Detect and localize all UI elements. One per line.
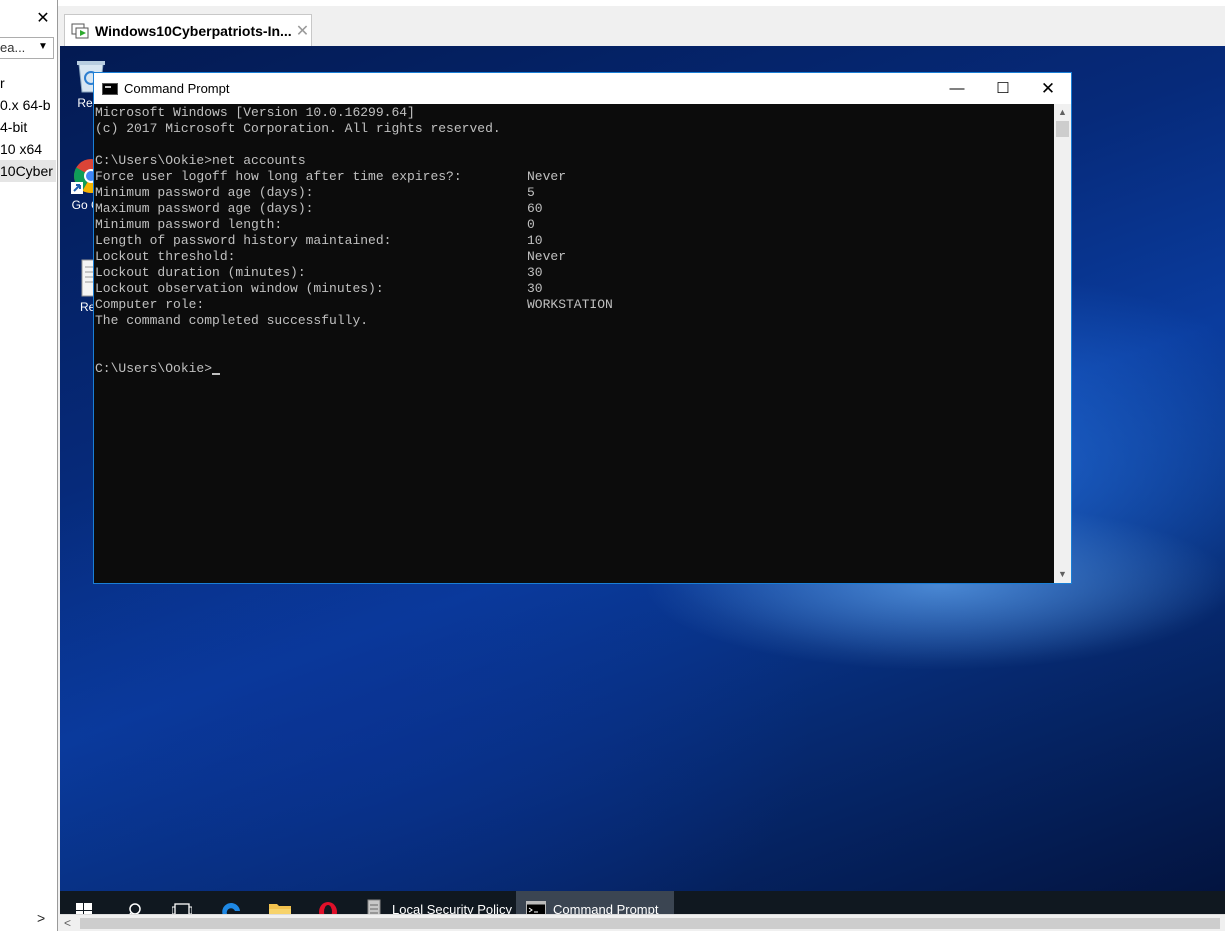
setting-value: 0 xyxy=(527,217,535,232)
account-setting-row: Maximum password age (days): 60 xyxy=(95,201,1054,217)
cmd-console-output[interactable]: Microsoft Windows [Version 10.0.16299.64… xyxy=(94,104,1054,583)
scroll-down-icon[interactable]: ▼ xyxy=(1054,566,1071,583)
scroll-thumb[interactable] xyxy=(1056,121,1069,137)
setting-value: Never xyxy=(527,249,567,264)
command-prompt-window[interactable]: Command Prompt — ☐ ✕ Microsoft Windows [… xyxy=(93,72,1072,584)
setting-label: Lockout threshold: xyxy=(95,249,236,264)
setting-label: Force user logoff how long after time ex… xyxy=(95,169,462,184)
setting-value: 30 xyxy=(527,265,543,280)
setting-label: Length of password history maintained: xyxy=(95,233,392,248)
library-item[interactable]: 10 x64 xyxy=(0,138,56,160)
minimize-button[interactable]: — xyxy=(934,73,980,104)
setting-value: Never xyxy=(527,169,567,184)
cmd-icon xyxy=(102,82,118,95)
host-horizontal-scrollbar[interactable]: < xyxy=(60,914,1225,931)
console-line: (c) 2017 Microsoft Corporation. All righ… xyxy=(95,121,501,136)
setting-value: 5 xyxy=(527,185,535,200)
setting-label: Maximum password age (days): xyxy=(95,201,314,216)
search-dropdown-icon[interactable]: ▼ xyxy=(38,41,50,53)
library-panel: ✕ ea... ▼ r 0.x 64-b 4-bit 10 x64 10Cybe… xyxy=(0,0,58,931)
close-button[interactable]: ✕ xyxy=(1025,73,1071,104)
expand-panel-icon[interactable]: > xyxy=(37,908,45,928)
cmd-vertical-scrollbar[interactable]: ▲ ▼ xyxy=(1054,104,1071,583)
scroll-left-icon[interactable]: < xyxy=(64,915,71,931)
account-setting-row: Computer role: WORKSTATION xyxy=(95,297,1054,313)
vm-tab[interactable]: Windows10Cyberpatriots-In... ✕ xyxy=(64,14,312,46)
account-setting-row: Lockout observation window (minutes): 30 xyxy=(95,281,1054,297)
horizontal-scroll-thumb[interactable] xyxy=(80,918,1220,929)
vm-tab-close-icon[interactable]: ✕ xyxy=(296,21,309,41)
vm-icon xyxy=(71,23,89,39)
setting-label: Lockout observation window (minutes): xyxy=(95,281,384,296)
scroll-up-icon[interactable]: ▲ xyxy=(1054,104,1071,121)
account-setting-row: Lockout duration (minutes): 30 xyxy=(95,265,1054,281)
library-item[interactable]: r xyxy=(0,72,56,94)
library-item[interactable]: 4-bit xyxy=(0,116,56,138)
setting-label: Computer role: xyxy=(95,297,205,312)
account-setting-row: Length of password history maintained: 1… xyxy=(95,233,1054,249)
setting-value: 30 xyxy=(527,281,543,296)
cmd-title-bar[interactable]: Command Prompt — ☐ ✕ xyxy=(94,73,1071,104)
console-line: The command completed successfully. xyxy=(95,313,369,328)
setting-label: Minimum password length: xyxy=(95,217,283,232)
library-close-icon[interactable]: ✕ xyxy=(34,10,52,28)
library-item-selected[interactable]: 10Cyber xyxy=(0,160,56,182)
setting-label: Lockout duration (minutes): xyxy=(95,265,306,280)
maximize-button[interactable]: ☐ xyxy=(980,73,1026,104)
text-cursor xyxy=(212,373,221,375)
console-line: C:\Users\Ookie>net accounts xyxy=(95,153,306,168)
setting-value: WORKSTATION xyxy=(527,297,613,312)
library-vm-list: r 0.x 64-b 4-bit 10 x64 10Cyber xyxy=(0,72,56,182)
console-prompt: C:\Users\Ookie> xyxy=(95,361,213,376)
setting-value: 60 xyxy=(527,201,543,216)
library-footer: > xyxy=(0,908,56,928)
account-setting-row: Minimum password age (days): 5 xyxy=(95,185,1054,201)
vm-tab-title: Windows10Cyberpatriots-In... xyxy=(95,22,292,39)
console-prompt-line[interactable]: C:\Users\Ookie> xyxy=(95,361,1054,377)
library-item[interactable]: 0.x 64-b xyxy=(0,94,56,116)
setting-label: Minimum password age (days): xyxy=(95,185,314,200)
account-setting-row: Force user logoff how long after time ex… xyxy=(95,169,1054,185)
account-setting-row: Lockout threshold: Never xyxy=(95,249,1054,265)
setting-value: 10 xyxy=(527,233,543,248)
console-line: Microsoft Windows [Version 10.0.16299.64… xyxy=(95,105,415,120)
vm-tab-strip: Windows10Cyberpatriots-In... ✕ xyxy=(58,0,1225,46)
account-setting-row: Minimum password length: 0 xyxy=(95,217,1054,233)
cmd-window-title: Command Prompt xyxy=(124,81,230,96)
